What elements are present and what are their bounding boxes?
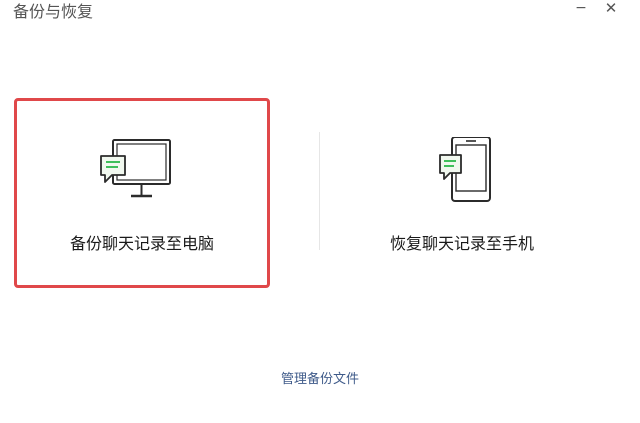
phone-with-chat-icon [337, 137, 587, 207]
minimize-button[interactable]: − [569, 0, 593, 20]
restore-to-phone-option[interactable]: 恢复聊天记录至手机 [334, 98, 590, 288]
options-divider [319, 132, 320, 250]
backup-to-pc-option[interactable]: 备份聊天记录至电脑 [14, 98, 270, 288]
close-button[interactable]: ✕ [599, 0, 623, 20]
restore-to-phone-label: 恢复聊天记录至手机 [389, 234, 534, 253]
manage-backup-files-link[interactable]: 管理备份文件 [0, 371, 640, 389]
window-title: 备份与恢复 [13, 2, 94, 21]
backup-to-pc-label: 备份聊天记录至电脑 [69, 234, 214, 253]
computer-with-chat-icon [17, 137, 267, 207]
